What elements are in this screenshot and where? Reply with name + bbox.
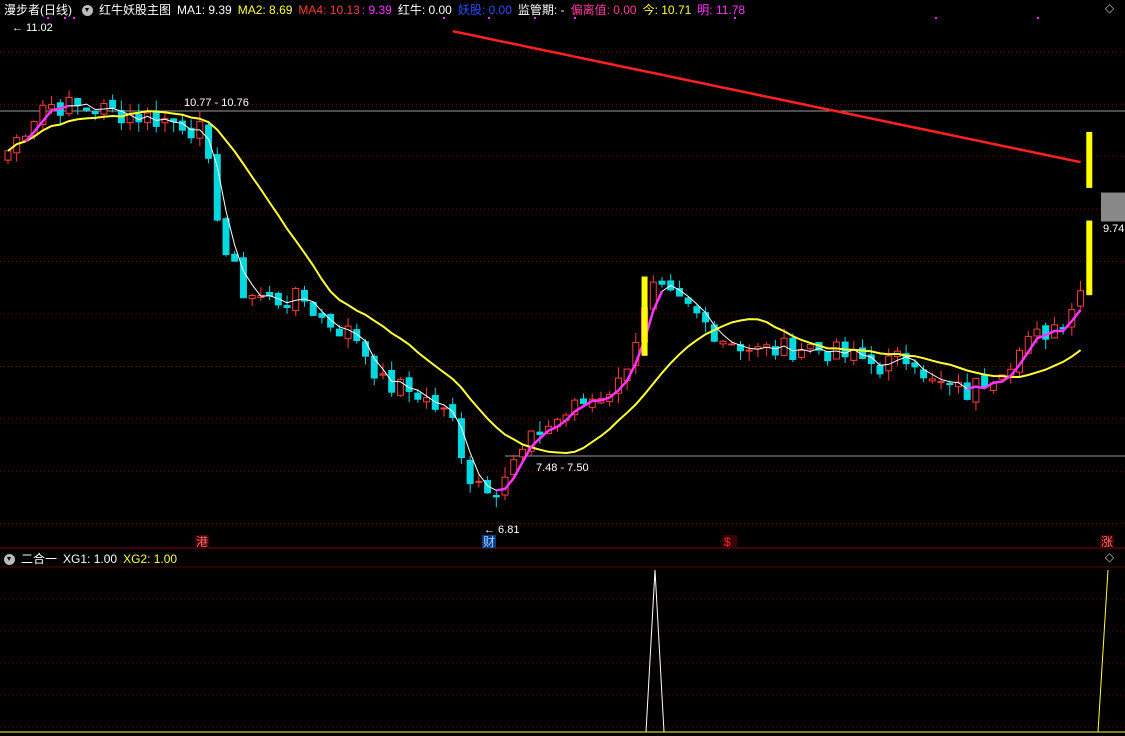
price-tag-box: [1101, 192, 1125, 222]
candle-body: [963, 382, 971, 400]
candle-body: [911, 362, 919, 368]
high-price-label: ← 11.02: [12, 22, 53, 34]
signal-bar: [641, 276, 648, 356]
candle-body: [466, 459, 474, 484]
candle-body: [423, 397, 431, 403]
candle-body: [82, 107, 90, 111]
range-label: 10.77 - 10.76: [184, 97, 249, 109]
today-value: 今: 10.71: [642, 3, 692, 17]
candle-body: [693, 306, 701, 314]
candle-body: [928, 378, 936, 382]
candle-body: [109, 99, 117, 109]
xg2-spike: [1097, 569, 1109, 733]
top-marker-dot: [1037, 17, 1039, 19]
xg1-spike: [645, 569, 665, 733]
candle-body: [536, 431, 544, 435]
candle-body: [440, 407, 448, 410]
candle-body: [937, 380, 945, 384]
candle-body: [379, 373, 387, 376]
candle-body: [362, 341, 370, 357]
candle-body: [152, 110, 160, 127]
candle-body: [492, 494, 500, 498]
signal-bar: [1086, 131, 1093, 188]
sub-chart-header: 二合一 XG1: 1.00 XG2: 1.00: [0, 549, 183, 569]
chart-canvas[interactable]: ← 11.0210.77 - 10.767.48 - 7.50← 6.819.7…: [0, 0, 1125, 736]
ma4-value: MA4: 10.13: [298, 3, 360, 17]
candle-body: [745, 349, 753, 352]
candle-body: [74, 97, 82, 106]
xg1-value: XG1: 1.00: [63, 552, 118, 566]
candle-body: [658, 280, 666, 285]
candle-body: [48, 104, 56, 110]
top-marker-dot: [935, 17, 937, 19]
candle-body: [1033, 328, 1041, 337]
candle-body: [1077, 290, 1085, 307]
candle-body: [798, 350, 806, 358]
chart-title[interactable]: 漫步者(日线): [4, 0, 72, 20]
ma2-value: MA2: 8.69: [237, 3, 293, 17]
candle-body: [353, 329, 361, 342]
candle-body: [946, 382, 954, 386]
candle-body: [414, 392, 422, 400]
candle-body: [1042, 325, 1050, 340]
candle-body: [248, 294, 256, 300]
candle-body: [719, 340, 727, 345]
ma4-secondary-value: : 9.39: [361, 3, 392, 17]
hongniu-value: 红牛: 0.00: [397, 3, 452, 17]
candle-body: [283, 305, 291, 309]
range-label: 7.48 - 7.50: [536, 462, 589, 474]
ma2-line: [7, 110, 1082, 455]
candle-body: [702, 312, 710, 323]
candle-body: [405, 377, 413, 392]
diamond-icon-sub[interactable]: ◇: [1103, 551, 1116, 564]
candle-body: [981, 375, 989, 388]
candle-body: [91, 110, 99, 115]
ma1-line: [7, 103, 1081, 491]
main-chart-header: 漫步者(日线) 红牛妖股主图 MA1: 9.39 MA2: 8.69 MA4: …: [0, 0, 751, 20]
candle-body: [789, 337, 797, 361]
sub-chart-title[interactable]: 二合一: [21, 549, 57, 569]
candle-body: [972, 377, 980, 403]
candle-body: [806, 343, 814, 350]
pianli-value: 偏离值: 0.00: [570, 3, 637, 17]
signal-bar: [1086, 220, 1093, 296]
candle-body: [344, 325, 352, 340]
candle-body: [318, 313, 326, 318]
indicator-name[interactable]: 红牛妖股主图: [99, 0, 171, 20]
candle-body: [728, 343, 736, 346]
ma4-line: [452, 29, 1081, 164]
yaogu-value: 妖股: 0.00: [457, 3, 512, 17]
event-marker: 港: [196, 535, 208, 549]
ma1-value: MA1: 9.39: [177, 3, 232, 17]
xg2-value: XG2: 1.00: [123, 552, 178, 566]
candle-body: [327, 313, 335, 328]
jianguan-value: 监管期: -: [517, 3, 565, 17]
candle-body: [475, 480, 483, 483]
event-marker: $: [724, 535, 731, 549]
candle-body: [876, 365, 884, 375]
price-tag-value: 9.74: [1103, 223, 1124, 235]
candle-body: [178, 120, 186, 131]
candle-body: [222, 218, 230, 255]
candle-body: [4, 150, 12, 161]
candle-body: [231, 253, 239, 262]
circle-chevron-icon-sub[interactable]: [4, 553, 15, 565]
diamond-icon[interactable]: ◇: [1103, 2, 1116, 15]
circle-chevron-icon[interactable]: [82, 4, 93, 16]
event-marker: 涨: [1101, 534, 1113, 549]
tomorrow-value: 明: 11.78: [697, 3, 746, 17]
candle-body: [213, 154, 221, 221]
candle-body: [370, 355, 378, 379]
candle-body: [518, 448, 526, 458]
event-marker: 财: [483, 535, 495, 549]
candle-body: [205, 124, 213, 159]
candle-body: [580, 398, 588, 405]
trend-line: [496, 290, 664, 492]
candle-body: [824, 351, 832, 362]
candle-body: [335, 328, 343, 337]
